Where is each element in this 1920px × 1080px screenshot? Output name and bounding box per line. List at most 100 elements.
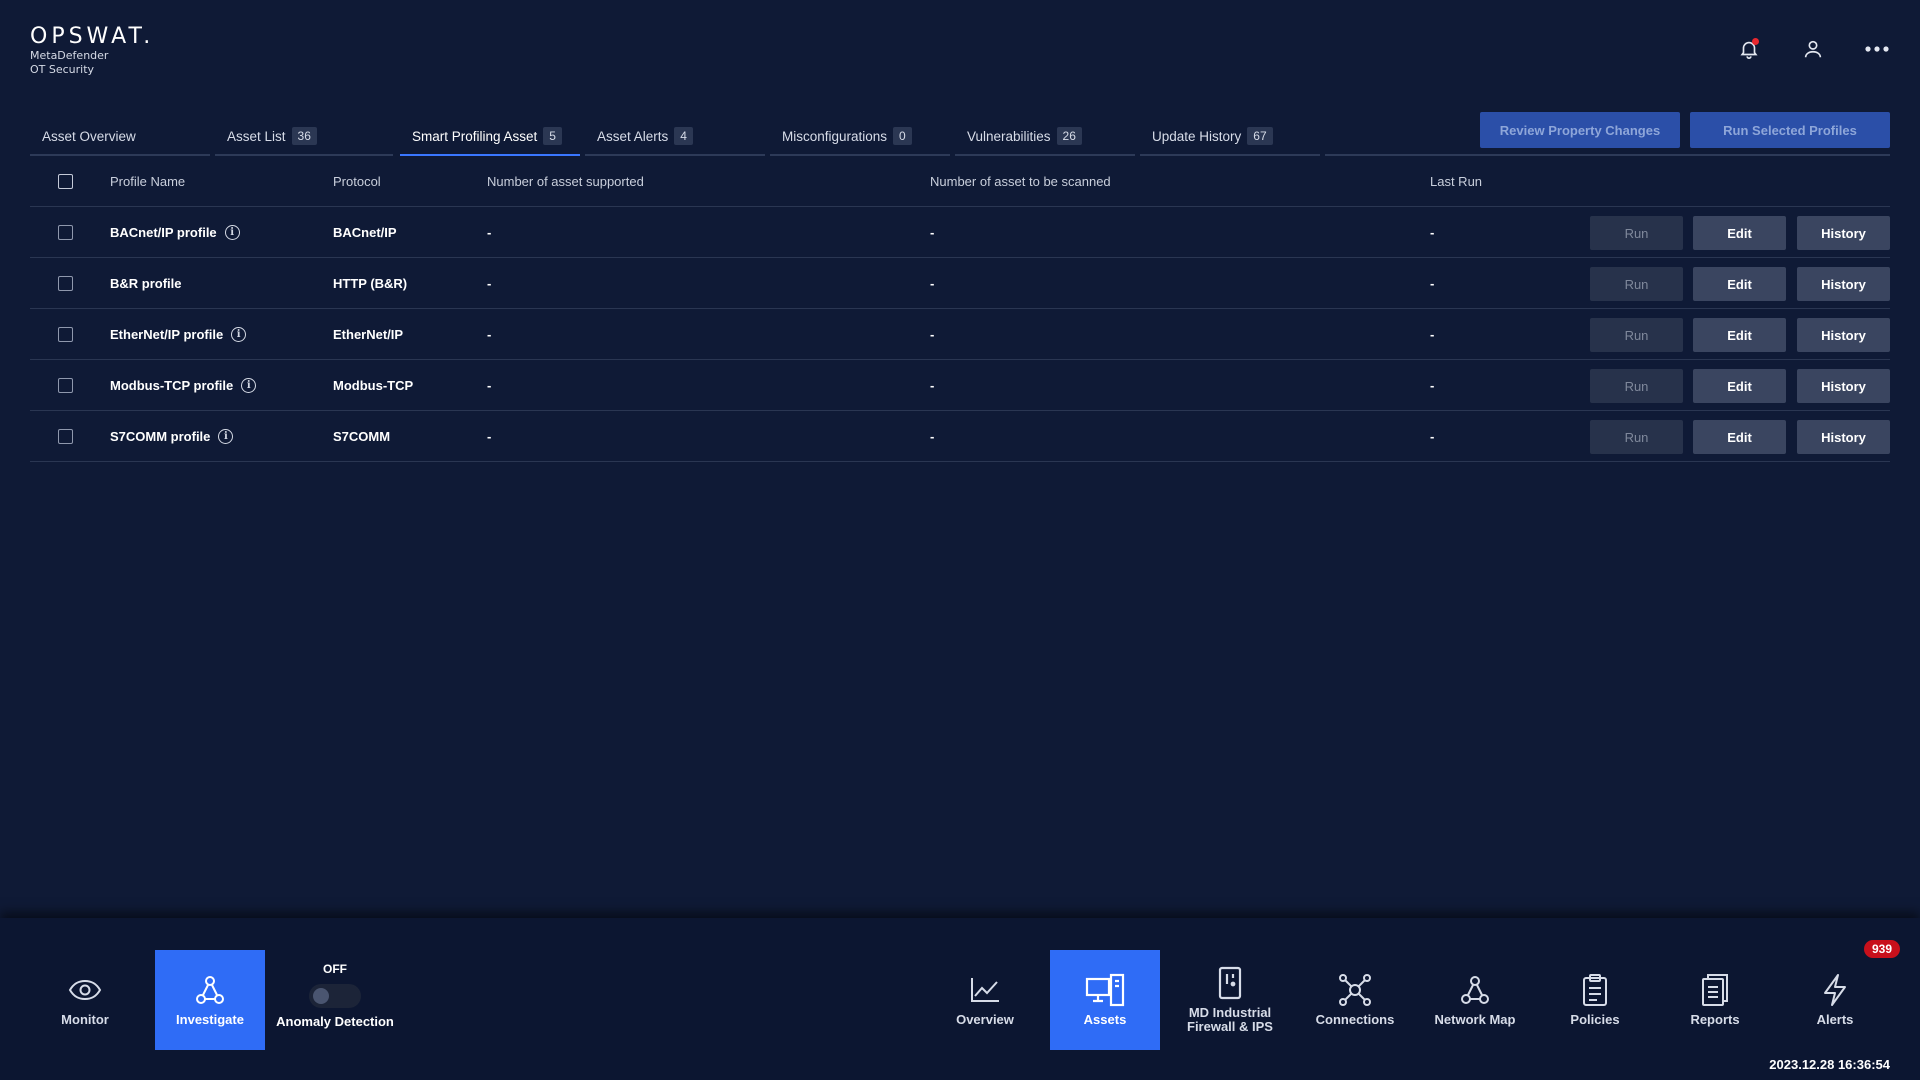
profile-name: Modbus-TCP profile bbox=[110, 377, 234, 393]
firewall-device-icon bbox=[1217, 966, 1243, 1000]
col-last-run[interactable]: Last Run bbox=[1430, 156, 1482, 206]
run-button[interactable]: Run bbox=[1590, 420, 1683, 454]
row-checkbox[interactable] bbox=[58, 428, 73, 444]
col-assets-supported[interactable]: Number of asset supported bbox=[487, 156, 644, 206]
run-button[interactable]: Run bbox=[1590, 267, 1683, 301]
select-all-checkbox[interactable] bbox=[58, 173, 73, 189]
assets-supported: - bbox=[487, 377, 492, 393]
col-profile-name[interactable]: Profile Name bbox=[110, 156, 185, 206]
tab-label: Update History bbox=[1152, 128, 1242, 144]
more-icon[interactable] bbox=[1864, 36, 1890, 62]
table-row: BACnet/IP profile i BACnet/IP - - - Run E… bbox=[30, 207, 1890, 258]
tab-smart-profiling-asset[interactable]: Smart Profiling Asset 5 bbox=[400, 118, 580, 156]
header-checkbox-cell bbox=[58, 156, 73, 206]
anomaly-state: OFF bbox=[323, 962, 347, 976]
table-row: S7COMM profile i S7COMM - - - Run Edit Hi… bbox=[30, 411, 1890, 462]
last-run: - bbox=[1430, 326, 1435, 342]
toggle-knob bbox=[313, 988, 329, 1004]
tab-count: 26 bbox=[1056, 127, 1082, 145]
nav-label: Investigate bbox=[176, 1012, 244, 1027]
nav-policies[interactable]: Policies bbox=[1550, 950, 1640, 1050]
tab-label: Asset Alerts bbox=[597, 128, 669, 144]
table-header: Profile Name Protocol Number of asset su… bbox=[30, 156, 1890, 207]
row-checkbox-cell bbox=[58, 207, 73, 257]
tab-vulnerabilities[interactable]: Vulnerabilities 26 bbox=[955, 118, 1135, 156]
nav-connections[interactable]: Connections bbox=[1305, 950, 1405, 1050]
table-row: B&R profile HTTP (B&R) - - - Run Edit Hi… bbox=[30, 258, 1890, 309]
row-checkbox[interactable] bbox=[58, 224, 73, 240]
assets-supported: - bbox=[487, 224, 492, 240]
hierarchy-icon bbox=[194, 973, 226, 1007]
devices-icon bbox=[1085, 973, 1125, 1007]
tab-count: 36 bbox=[291, 127, 317, 145]
bottom-nav-bar: Monitor Investigate OFF Anomaly Detectio… bbox=[0, 918, 1920, 1080]
lightning-icon bbox=[1821, 973, 1849, 1007]
header-icons bbox=[1736, 36, 1890, 62]
network-map-icon bbox=[1459, 973, 1491, 1007]
edit-button[interactable]: Edit bbox=[1693, 318, 1786, 352]
profile-name-cell: B&R profile bbox=[110, 258, 182, 308]
tab-label: Asset List bbox=[227, 128, 286, 144]
nav-assets[interactable]: Assets bbox=[1050, 950, 1160, 1050]
run-button[interactable]: Run bbox=[1590, 216, 1683, 250]
assets-to-scan: - bbox=[930, 326, 935, 342]
line-chart-icon bbox=[969, 973, 1001, 1007]
tab-label: Misconfigurations bbox=[782, 128, 888, 144]
nav-alerts[interactable]: Alerts bbox=[1790, 950, 1880, 1050]
tab-asset-alerts[interactable]: Asset Alerts 4 bbox=[585, 118, 765, 156]
nav-label: Policies bbox=[1570, 1012, 1620, 1027]
run-selected-profiles-button[interactable]: Run Selected Profiles bbox=[1690, 112, 1890, 148]
info-icon[interactable]: i bbox=[231, 326, 247, 342]
assets-to-scan: - bbox=[930, 377, 935, 393]
row-checkbox[interactable] bbox=[58, 377, 73, 393]
review-property-changes-button[interactable]: Review Property Changes bbox=[1480, 112, 1680, 148]
row-checkbox[interactable] bbox=[58, 275, 73, 291]
row-checkbox[interactable] bbox=[58, 326, 73, 342]
history-button[interactable]: History bbox=[1797, 420, 1890, 454]
edit-button[interactable]: Edit bbox=[1693, 369, 1786, 403]
nav-reports[interactable]: Reports bbox=[1670, 950, 1760, 1050]
nav-label-line1: MD Industrial bbox=[1188, 1005, 1272, 1020]
col-protocol[interactable]: Protocol bbox=[333, 156, 381, 206]
assets-supported: - bbox=[487, 428, 492, 444]
nav-investigate[interactable]: Investigate bbox=[155, 950, 265, 1050]
last-run: - bbox=[1430, 224, 1435, 240]
anomaly-toggle[interactable] bbox=[309, 984, 361, 1008]
tab-asset-overview[interactable]: Asset Overview bbox=[30, 118, 210, 156]
history-button[interactable]: History bbox=[1797, 369, 1890, 403]
tab-update-history[interactable]: Update History 67 bbox=[1140, 118, 1320, 156]
edit-button[interactable]: Edit bbox=[1693, 420, 1786, 454]
table-row: EtherNet/IP profile i EtherNet/IP - - - R… bbox=[30, 309, 1890, 360]
info-icon[interactable]: i bbox=[218, 428, 234, 444]
tab-count: 5 bbox=[543, 127, 562, 145]
nav-label-line2: Firewall & IPS bbox=[1187, 1019, 1273, 1034]
profile-name: B&R profile bbox=[110, 275, 182, 291]
protocol: HTTP (B&R) bbox=[333, 275, 408, 291]
protocol: Modbus-TCP bbox=[333, 377, 414, 393]
nav-overview[interactable]: Overview bbox=[940, 950, 1030, 1050]
nav-label: Monitor bbox=[61, 1012, 109, 1027]
history-button[interactable]: History bbox=[1797, 267, 1890, 301]
tab-label: Smart Profiling Asset bbox=[412, 128, 538, 144]
nav-monitor[interactable]: Monitor bbox=[40, 950, 130, 1050]
tab-misconfigurations[interactable]: Misconfigurations 0 bbox=[770, 118, 950, 156]
nav-network-map[interactable]: Network Map bbox=[1425, 950, 1525, 1050]
nav-firewall-ips[interactable]: MD Industrial Firewall & IPS bbox=[1170, 950, 1290, 1050]
tab-asset-list[interactable]: Asset List 36 bbox=[215, 118, 393, 156]
protocol: EtherNet/IP bbox=[333, 326, 404, 342]
col-assets-to-scan[interactable]: Number of asset to be scanned bbox=[930, 156, 1111, 206]
info-icon[interactable]: i bbox=[241, 377, 257, 393]
nav-label: Overview bbox=[956, 1012, 1014, 1027]
edit-button[interactable]: Edit bbox=[1693, 216, 1786, 250]
edit-button[interactable]: Edit bbox=[1693, 267, 1786, 301]
info-icon[interactable]: i bbox=[224, 224, 240, 240]
profile-name-cell: BACnet/IP profile i bbox=[110, 207, 240, 257]
history-button[interactable]: History bbox=[1797, 216, 1890, 250]
run-button[interactable]: Run bbox=[1590, 318, 1683, 352]
reports-icon bbox=[1700, 973, 1730, 1007]
history-button[interactable]: History bbox=[1797, 318, 1890, 352]
profile-name: EtherNet/IP profile bbox=[110, 326, 224, 342]
user-icon[interactable] bbox=[1800, 36, 1826, 62]
bell-icon[interactable] bbox=[1736, 36, 1762, 62]
run-button[interactable]: Run bbox=[1590, 369, 1683, 403]
